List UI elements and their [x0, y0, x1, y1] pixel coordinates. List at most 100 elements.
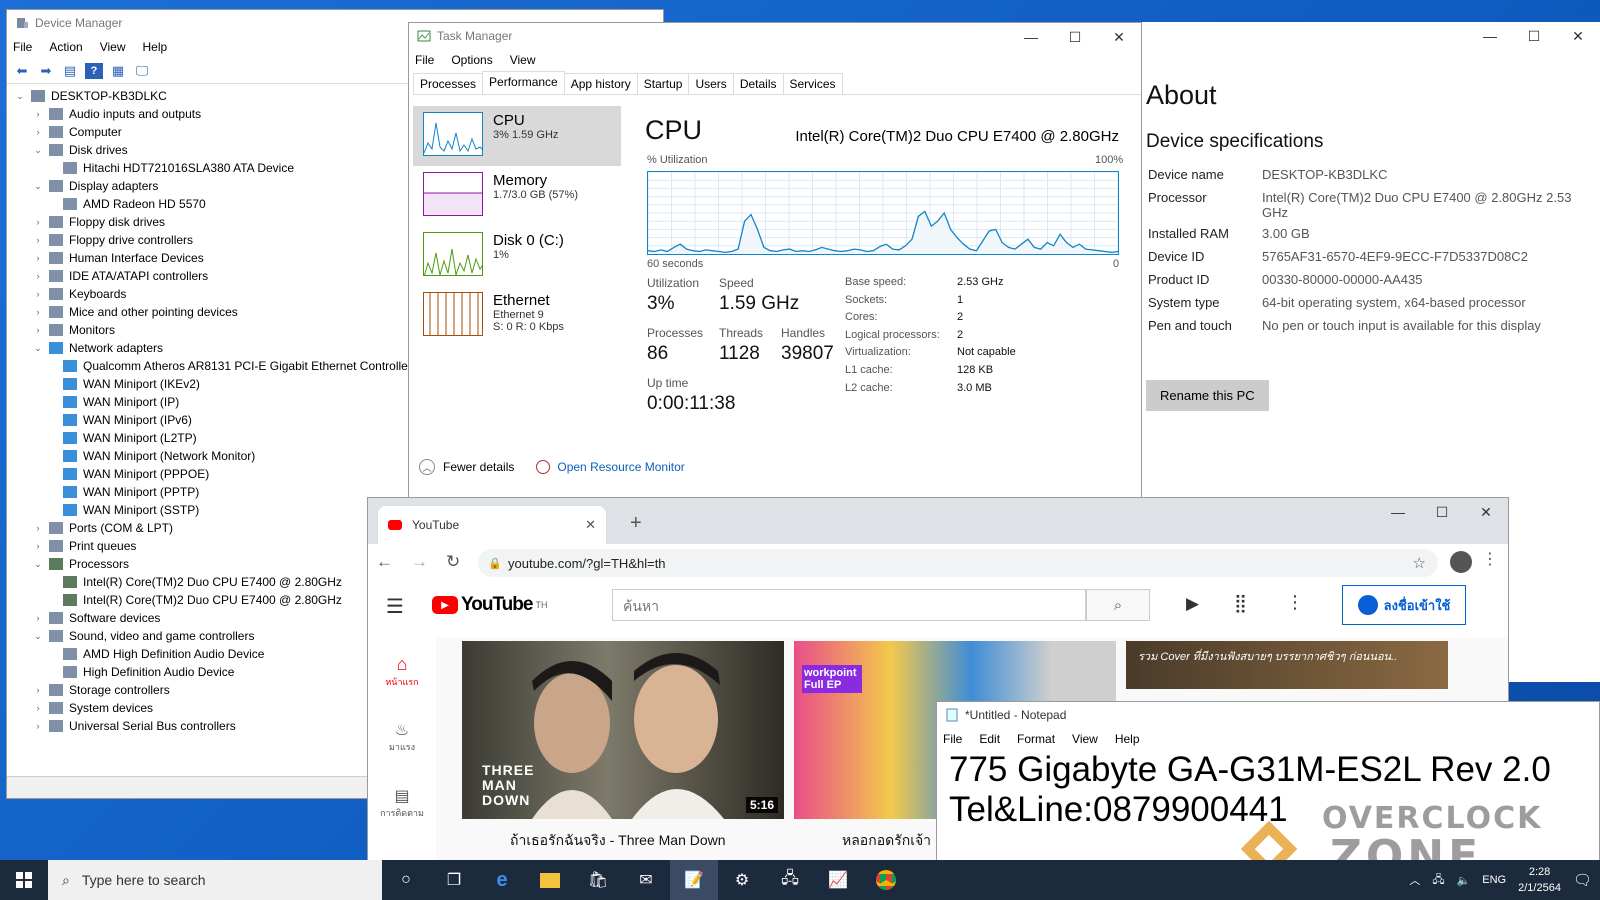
store-icon[interactable]: 🛍	[574, 860, 622, 900]
language-indicator[interactable]: ENG	[1482, 874, 1506, 886]
tab-users[interactable]: Users	[688, 73, 734, 94]
chevron-right-icon[interactable]: ›	[31, 721, 45, 731]
chevron-right-icon[interactable]: ›	[31, 703, 45, 713]
menu-edit[interactable]: Edit	[979, 732, 1000, 746]
menu-action[interactable]: Action	[49, 40, 82, 54]
chevron-right-icon[interactable]: ›	[31, 217, 45, 227]
open-resource-monitor-link[interactable]: Open Resource Monitor	[557, 460, 684, 474]
chevron-right-icon[interactable]: ›	[31, 271, 45, 281]
bookmark-star-icon[interactable]: ☆	[1413, 554, 1426, 572]
chevron-right-icon[interactable]: ›	[31, 235, 45, 245]
youtube-search-button[interactable]: ⌕	[1086, 589, 1150, 621]
youtube-search-input[interactable]: ค้นหา	[612, 589, 1086, 621]
chrome-icon[interactable]	[862, 860, 910, 900]
perf-item-disk[interactable]: Disk 0 (C:) 1%	[413, 226, 621, 286]
forward-arrow-icon[interactable]: →	[411, 552, 428, 572]
chevron-right-icon[interactable]: ›	[31, 127, 45, 137]
tab-youtube[interactable]: YouTube ✕	[378, 506, 606, 544]
minimize-icon[interactable]: —	[1376, 498, 1420, 526]
apps-grid-icon[interactable]: ⣿	[1234, 593, 1247, 614]
video-thumbnail-3[interactable]: รวม Cover ที่มีงานฟังสบายๆ บรรยากาศชิวๆ …	[1126, 641, 1448, 689]
cortana-icon[interactable]: ○	[382, 860, 430, 900]
close-icon[interactable]: ✕	[1097, 23, 1141, 51]
close-icon[interactable]: ✕	[1556, 22, 1600, 50]
video-thumbnail-1[interactable]: THREE MAN DOWN 5:16	[462, 641, 784, 819]
video-1-title[interactable]: ถ้าเธอรักฉันจริง - Three Man Down	[510, 830, 726, 852]
settings-dots-icon[interactable]: ⋮	[1286, 592, 1304, 613]
perf-item-cpu[interactable]: CPU 3% 1.59 GHz	[413, 106, 621, 166]
tab-app-history[interactable]: App history	[563, 73, 638, 94]
chevron-right-icon[interactable]: ›	[31, 541, 45, 551]
new-tab-button[interactable]: +	[630, 512, 642, 535]
chevron-right-icon[interactable]: ›	[31, 289, 45, 299]
menu-format[interactable]: Format	[1017, 732, 1055, 746]
forward-arrow-icon[interactable]: ➡	[37, 63, 55, 79]
chevron-right-icon[interactable]: ›	[31, 253, 45, 263]
minimize-icon[interactable]: —	[1468, 22, 1512, 50]
clock[interactable]: 2:28 2/1/2564	[1518, 864, 1561, 896]
chevron-down-icon[interactable]: ⌄	[31, 631, 45, 642]
chevron-right-icon[interactable]: ›	[31, 685, 45, 695]
menu-options[interactable]: Options	[451, 53, 492, 67]
address-bar[interactable]: 🔒 youtube.com/?gl=TH&hl=th ☆	[478, 549, 1438, 577]
chevron-right-icon[interactable]: ›	[31, 325, 45, 335]
network-icon[interactable]: 🖧	[1432, 871, 1444, 890]
rename-pc-button[interactable]: Rename this PC	[1146, 380, 1269, 411]
hamburger-menu-icon[interactable]: ☰	[386, 594, 404, 619]
menu-help[interactable]: Help	[1115, 732, 1140, 746]
back-arrow-icon[interactable]: ⬅	[13, 63, 31, 79]
chevron-down-icon[interactable]: ⌄	[31, 181, 45, 192]
help-icon[interactable]: ?	[85, 62, 103, 79]
chevron-down-icon[interactable]: ⌄	[31, 343, 45, 354]
back-arrow-icon[interactable]: ←	[376, 552, 393, 572]
youtube-nav-home[interactable]: ⌂ หน้าแรก	[368, 638, 436, 704]
tab-performance[interactable]: Performance	[482, 71, 565, 94]
chevron-down-icon[interactable]: ⌄	[31, 559, 45, 570]
task-manager-icon[interactable]: 📈	[814, 860, 862, 900]
reload-icon[interactable]: ↻	[446, 552, 460, 572]
edge-icon[interactable]: e	[478, 860, 526, 900]
menu-file[interactable]: File	[943, 732, 962, 746]
tab-details[interactable]: Details	[732, 73, 784, 94]
chevron-down-icon[interactable]: ⌄	[13, 91, 27, 102]
tab-startup[interactable]: Startup	[636, 73, 690, 94]
maximize-icon[interactable]: ☐	[1512, 22, 1556, 50]
youtube-nav-trending[interactable]: ♨ มาแรง	[368, 704, 436, 770]
perf-item-ethernet[interactable]: Ethernet Ethernet 9 S: 0 R: 0 Kbps	[413, 286, 621, 346]
tab-processes[interactable]: Processes	[413, 73, 484, 94]
fewer-details-icon[interactable]: ︿	[419, 459, 435, 475]
file-explorer-icon[interactable]	[526, 860, 574, 900]
taskbar-search-box[interactable]: ⌕ Type here to search	[48, 860, 382, 900]
maximize-icon[interactable]: ☐	[1420, 498, 1464, 526]
chevron-right-icon[interactable]: ›	[31, 523, 45, 533]
settings-icon[interactable]: ⚙	[718, 860, 766, 900]
device-manager-icon[interactable]: 🖧	[766, 860, 814, 900]
chevron-right-icon[interactable]: ›	[31, 613, 45, 623]
menu-view[interactable]: View	[100, 40, 126, 54]
chevron-down-icon[interactable]: ⌄	[31, 145, 45, 156]
chrome-menu-icon[interactable]: ⋮	[1482, 549, 1498, 569]
youtube-signin-button[interactable]: ลงชื่อเข้าใช้	[1342, 585, 1466, 625]
chevron-right-icon[interactable]: ›	[31, 109, 45, 119]
volume-icon[interactable]: 🔈	[1457, 874, 1471, 887]
task-view-icon[interactable]: ❐	[430, 860, 478, 900]
minimize-icon[interactable]: —	[1009, 23, 1053, 51]
menu-view[interactable]: View	[510, 53, 536, 67]
start-button[interactable]	[0, 860, 48, 900]
close-icon[interactable]: ✕	[1464, 498, 1508, 526]
close-tab-icon[interactable]: ✕	[585, 517, 596, 533]
fewer-details-link[interactable]: Fewer details	[443, 460, 514, 474]
maximize-icon[interactable]: ☐	[1053, 23, 1097, 51]
menu-view[interactable]: View	[1072, 732, 1098, 746]
create-video-icon[interactable]: ▶︎	[1186, 594, 1199, 614]
tab-services[interactable]: Services	[782, 73, 843, 94]
monitor-icon[interactable]: 🖵	[133, 63, 151, 79]
menu-help[interactable]: Help	[143, 40, 168, 54]
properties-icon[interactable]: ▤	[61, 63, 79, 79]
profile-avatar-icon[interactable]	[1450, 551, 1472, 573]
notifications-icon[interactable]: 🗨	[1573, 871, 1592, 889]
notepad-titlebar[interactable]: *Untitled - Notepad	[937, 702, 1599, 728]
update-driver-icon[interactable]: ▦	[109, 63, 127, 79]
youtube-logo[interactable]: ▶ YouTube TH	[432, 594, 547, 616]
video-2-title[interactable]: หลอกอดรักเจ้า	[842, 830, 931, 852]
